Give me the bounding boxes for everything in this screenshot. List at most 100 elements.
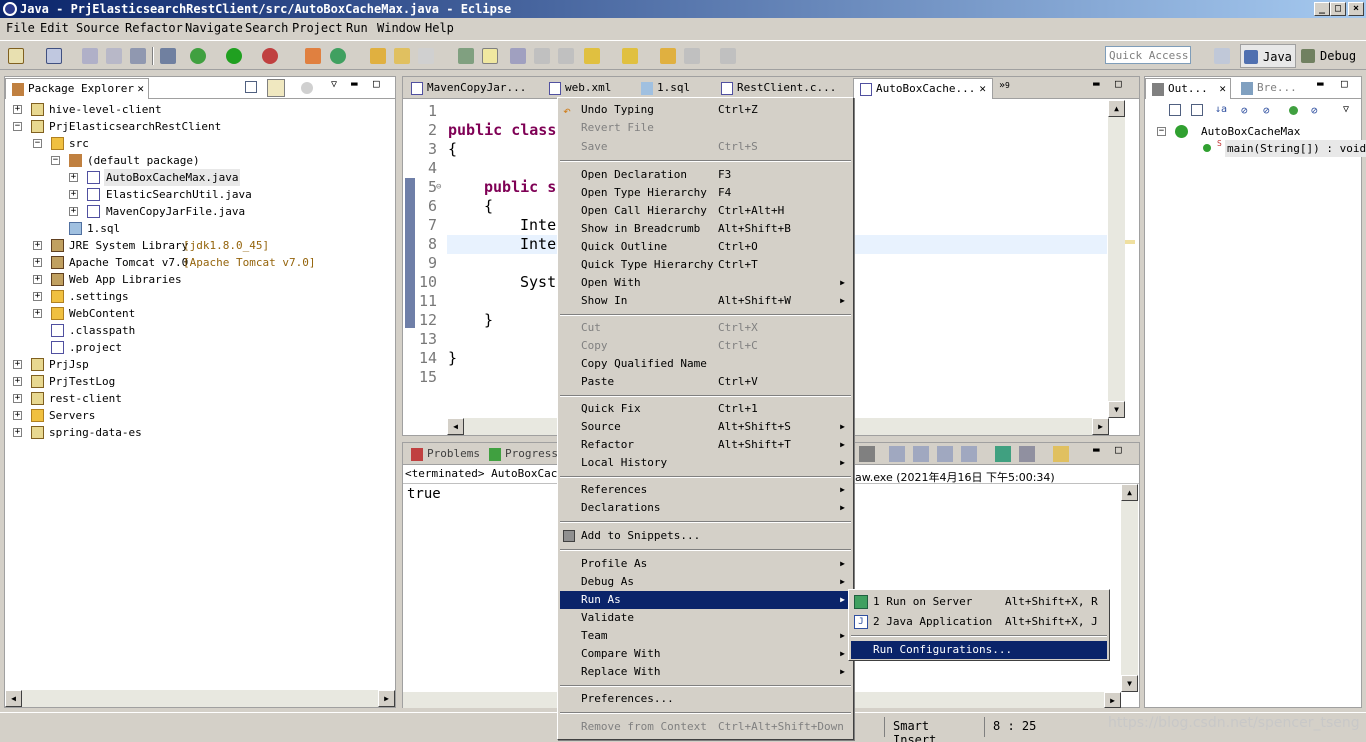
sort-icon[interactable] xyxy=(1191,104,1203,116)
menu-source[interactable]: Source xyxy=(76,21,119,35)
menu-item-save[interactable]: Save Ctrl+S xyxy=(560,138,851,156)
block-select-icon[interactable] xyxy=(534,48,550,64)
collapse-all-icon[interactable] xyxy=(245,81,257,93)
tab-restclient[interactable]: RestClient.c... xyxy=(715,78,845,99)
save-icon[interactable] xyxy=(82,48,98,64)
menu-item-declarations[interactable]: Declarations ▶ xyxy=(560,499,851,517)
perspective-java[interactable]: Java xyxy=(1240,44,1296,68)
close-button[interactable]: × xyxy=(1348,2,1364,16)
collapse-all-icon[interactable] xyxy=(1169,104,1181,116)
search-icon[interactable] xyxy=(418,48,434,64)
menu-item-open-with[interactable]: Open With ▶ xyxy=(560,274,851,292)
tab-mavencopyjar[interactable]: MavenCopyJar... xyxy=(405,78,537,99)
menu-item-paste[interactable]: Paste Ctrl+V xyxy=(560,373,851,391)
new-class-icon[interactable] xyxy=(330,48,346,64)
scroll-right-button[interactable]: ▶ xyxy=(1092,418,1109,435)
menu-item-refactor[interactable]: Refactor Alt+Shift+T ▶ xyxy=(560,436,851,454)
menu-item-run-configurations[interactable]: Run Configurations... xyxy=(851,641,1107,659)
skip-breakpoints-icon[interactable] xyxy=(160,48,176,64)
fold-icon[interactable]: ⊖ xyxy=(436,182,441,192)
view-menu-icon[interactable]: ▽ xyxy=(1343,104,1349,115)
menu-run[interactable]: Run xyxy=(346,21,368,35)
open-console-icon[interactable] xyxy=(1019,446,1035,462)
minimize-button[interactable]: _ xyxy=(1314,2,1330,16)
open-type-icon[interactable] xyxy=(370,48,386,64)
scroll-right-button[interactable]: ▶ xyxy=(378,690,395,707)
menu-item-run-as[interactable]: Run As ▶ xyxy=(560,591,851,609)
back-icon[interactable] xyxy=(684,48,700,64)
quick-access-input[interactable]: Quick Access xyxy=(1105,46,1191,64)
tab-overflow[interactable]: »9 xyxy=(999,80,1010,91)
menu-help[interactable]: Help xyxy=(425,21,454,35)
scroll-left-button[interactable]: ◀ xyxy=(5,690,22,707)
show-whitespace-icon[interactable] xyxy=(558,48,574,64)
minimize-view-icon[interactable]: ▬ xyxy=(1093,443,1100,456)
tab-1sql[interactable]: 1.sql xyxy=(635,78,707,99)
display-console-icon[interactable] xyxy=(995,446,1011,462)
menu-search[interactable]: Search xyxy=(245,21,288,35)
scroll-up-button[interactable]: ▲ xyxy=(1121,484,1138,501)
menu-file[interactable]: File xyxy=(6,21,35,35)
maximize-view-icon[interactable]: □ xyxy=(373,77,380,90)
menu-item-quick-fix[interactable]: Quick Fix Ctrl+1 xyxy=(560,400,851,418)
menu-item-compare-with[interactable]: Compare With ▶ xyxy=(560,645,851,663)
menu-item-validate[interactable]: Validate xyxy=(560,609,851,627)
menu-item-undo-typing[interactable]: ↶ Undo Typing Ctrl+Z xyxy=(560,101,851,119)
menu-item-show-in-breadcrumb[interactable]: Show in Breadcrumb Alt+Shift+B xyxy=(560,220,851,238)
run-icon[interactable] xyxy=(226,48,242,64)
close-icon[interactable]: ✕ xyxy=(1219,79,1226,99)
close-icon[interactable]: ✕ xyxy=(137,79,144,99)
scroll-up-button[interactable]: ▲ xyxy=(1108,100,1125,117)
editor-vscrollbar[interactable]: ▲ ▼ xyxy=(1108,100,1125,418)
maximize-button[interactable]: □ xyxy=(1330,2,1346,16)
word-wrap-icon[interactable] xyxy=(937,446,953,462)
menu-item-show-in[interactable]: Show In Alt+Shift+W ▶ xyxy=(560,292,851,310)
open-folder-icon[interactable] xyxy=(394,48,410,64)
hide-local-icon[interactable]: ⊘ xyxy=(1311,104,1318,117)
clear-console-icon[interactable] xyxy=(889,446,905,462)
save-all-icon[interactable] xyxy=(106,48,122,64)
menu-window[interactable]: Window xyxy=(377,21,420,35)
menu-item-remove-from-context[interactable]: Remove from Context Ctrl+Alt+Shift+Down xyxy=(560,718,851,736)
link-editor-icon[interactable] xyxy=(267,79,285,97)
scroll-down-button[interactable]: ▼ xyxy=(1121,675,1138,692)
menu-item-quick-type-hierarchy[interactable]: Quick Type Hierarchy Ctrl+T xyxy=(560,256,851,274)
overview-marker[interactable] xyxy=(1125,240,1135,244)
menu-item-debug-as[interactable]: Debug As ▶ xyxy=(560,573,851,591)
menu-item-add-to-snippets[interactable]: Add to Snippets... xyxy=(560,527,851,545)
tab-breakpoints[interactable]: Bre... xyxy=(1235,78,1295,99)
menu-navigate[interactable]: Navigate xyxy=(185,21,243,35)
tab-package-explorer[interactable]: Package Explorer ✕ xyxy=(5,78,149,99)
remove-launch-icon[interactable] xyxy=(859,446,875,462)
tab-progress[interactable]: Progress xyxy=(483,444,563,465)
view-menu-icon[interactable]: ▽ xyxy=(331,79,337,90)
close-icon[interactable]: ✕ xyxy=(979,79,986,99)
highlight-icon[interactable] xyxy=(482,48,498,64)
new-package-icon[interactable] xyxy=(46,48,62,64)
maximize-view-icon[interactable]: □ xyxy=(1115,77,1122,90)
minimize-view-icon[interactable]: ▬ xyxy=(1317,77,1324,90)
tab-outline[interactable]: Out... ✕ xyxy=(1145,78,1231,99)
open-perspective-icon[interactable] xyxy=(1214,48,1230,64)
hide-fields-icon[interactable]: ⊘ xyxy=(1241,104,1248,117)
menu-item-preferences[interactable]: Preferences... xyxy=(560,690,851,708)
last-edit-icon[interactable] xyxy=(660,48,676,64)
menu-item-quick-outline[interactable]: Quick Outline Ctrl+O xyxy=(560,238,851,256)
new-java-project-icon[interactable] xyxy=(305,48,321,64)
menu-item-profile-as[interactable]: Profile As ▶ xyxy=(560,555,851,573)
scroll-right-button[interactable]: ▶ xyxy=(1104,692,1121,708)
menu-item-source[interactable]: Source Alt+Shift+S ▶ xyxy=(560,418,851,436)
minimize-view-icon[interactable]: ▬ xyxy=(1093,77,1100,90)
menu-item-local-history[interactable]: Local History ▶ xyxy=(560,454,851,472)
tab-autoboxcache[interactable]: AutoBoxCache... ✕ xyxy=(853,78,993,99)
menu-item-open-call-hierarchy[interactable]: Open Call Hierarchy Ctrl+Alt+H xyxy=(560,202,851,220)
menu-item-open-type-hierarchy[interactable]: Open Type Hierarchy F4 xyxy=(560,184,851,202)
toggle-mark-icon[interactable] xyxy=(458,48,474,64)
maximize-view-icon[interactable]: □ xyxy=(1341,77,1348,90)
menu-item-cut[interactable]: Cut Ctrl+X xyxy=(560,319,851,337)
pin-console-icon[interactable] xyxy=(961,446,977,462)
menu-item-java-application[interactable]: J2 Java Application Alt+Shift+X, J xyxy=(851,613,1107,631)
run-external-icon[interactable] xyxy=(262,48,278,64)
print-icon[interactable] xyxy=(130,48,146,64)
menu-item-copy[interactable]: Copy Ctrl+C xyxy=(560,337,851,355)
